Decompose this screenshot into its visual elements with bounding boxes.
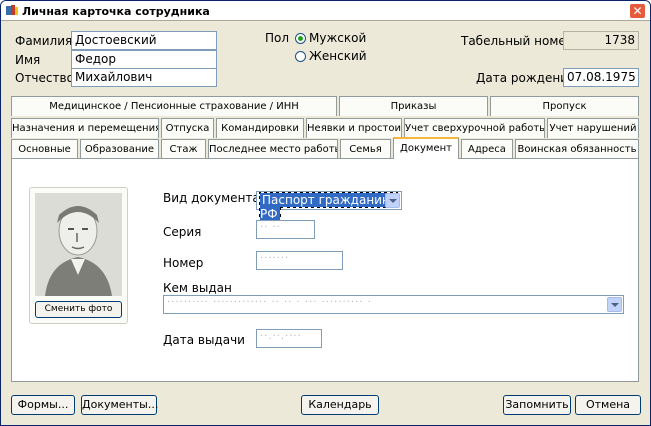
close-button[interactable]: ✕ (629, 3, 646, 19)
window-title: Личная карточка сотрудника (22, 5, 210, 18)
title-bar: Личная карточка сотрудника ✕ (1, 1, 650, 21)
series-label: Серия (163, 225, 202, 239)
tab-vacations[interactable]: Отпуска (161, 118, 214, 138)
employee-card-window: Личная карточка сотрудника ✕ Фамилия Дос… (0, 0, 651, 426)
save-button[interactable]: Запомнить (503, 395, 571, 415)
app-icon (6, 5, 18, 15)
name-field[interactable]: Федор (71, 50, 217, 69)
gender-male-radio[interactable] (295, 33, 306, 44)
chevron-down-icon[interactable] (385, 193, 400, 208)
name-label: Имя (15, 53, 41, 67)
issued-by-value: ·········· ············· ·· ·· · ··· ···… (167, 297, 372, 308)
tab-medical[interactable]: Медицинское / Пенсионные страхование / И… (11, 96, 337, 116)
documents-button[interactable]: Документы... (81, 395, 158, 415)
doc-type-select[interactable]: Паспорт гражданина РФ (256, 191, 402, 222)
tab-main[interactable]: Основные (11, 139, 78, 159)
number-field[interactable]: ······· (256, 251, 343, 270)
tab-last-job[interactable]: Последнее место работы (208, 139, 338, 159)
tab-number-label: Табельный номер (461, 34, 574, 48)
tab-overtime[interactable]: Учет сверхурочной работы (404, 118, 545, 138)
tab-military[interactable]: Воинская обязанность (515, 139, 639, 159)
gender-male-label[interactable]: Мужской (309, 31, 366, 45)
tab-experience[interactable]: Стаж (161, 139, 206, 159)
gender-female-label[interactable]: Женский (309, 49, 367, 63)
number-label: Номер (163, 256, 204, 270)
series-field[interactable]: ·· ·· (256, 220, 315, 239)
patronymic-label: Отчество (15, 71, 74, 85)
issue-date-label: Дата выдачи (163, 333, 245, 347)
tab-addresses[interactable]: Адреса (461, 139, 513, 159)
tab-violations[interactable]: Учет нарушений (547, 118, 639, 138)
gender-female-radio[interactable] (295, 51, 306, 62)
forms-button[interactable]: Формы... (11, 395, 75, 415)
cancel-button[interactable]: Отмена (575, 395, 641, 415)
issue-date-field[interactable]: ··.··.···· (256, 329, 322, 348)
chevron-down-icon[interactable] (607, 297, 622, 312)
tab-document[interactable]: Документ (393, 137, 459, 159)
tab-education[interactable]: Образование (80, 139, 159, 159)
tab-assignments[interactable]: Назначения и перемещения (11, 118, 159, 138)
birth-date-field[interactable]: 07.08.1975 (563, 68, 639, 87)
tab-pass[interactable]: Пропуск (490, 96, 639, 116)
tab-family[interactable]: Семья (340, 139, 391, 159)
surname-field[interactable]: Достоевский (71, 31, 217, 50)
birth-date-label: Дата рождения (476, 71, 576, 85)
gender-label: Пол (265, 31, 290, 45)
doc-type-label: Вид документа (163, 191, 260, 205)
employee-photo (35, 193, 122, 296)
patronymic-field[interactable]: Михайлович (71, 68, 217, 87)
issued-by-select[interactable]: ·········· ············· ·· ·· · ··· ···… (163, 295, 624, 314)
surname-label: Фамилия (15, 34, 73, 48)
calendar-button[interactable]: Календарь (301, 395, 379, 415)
tab-business-trips[interactable]: Командировки (216, 118, 304, 138)
tab-orders[interactable]: Приказы (339, 96, 488, 116)
change-photo-button[interactable]: Сменить фото (35, 301, 122, 318)
tab-absences[interactable]: Неявки и простои (306, 118, 402, 138)
issued-by-label: Кем выдан (163, 281, 232, 295)
tab-number-field: 1738 (563, 31, 639, 50)
